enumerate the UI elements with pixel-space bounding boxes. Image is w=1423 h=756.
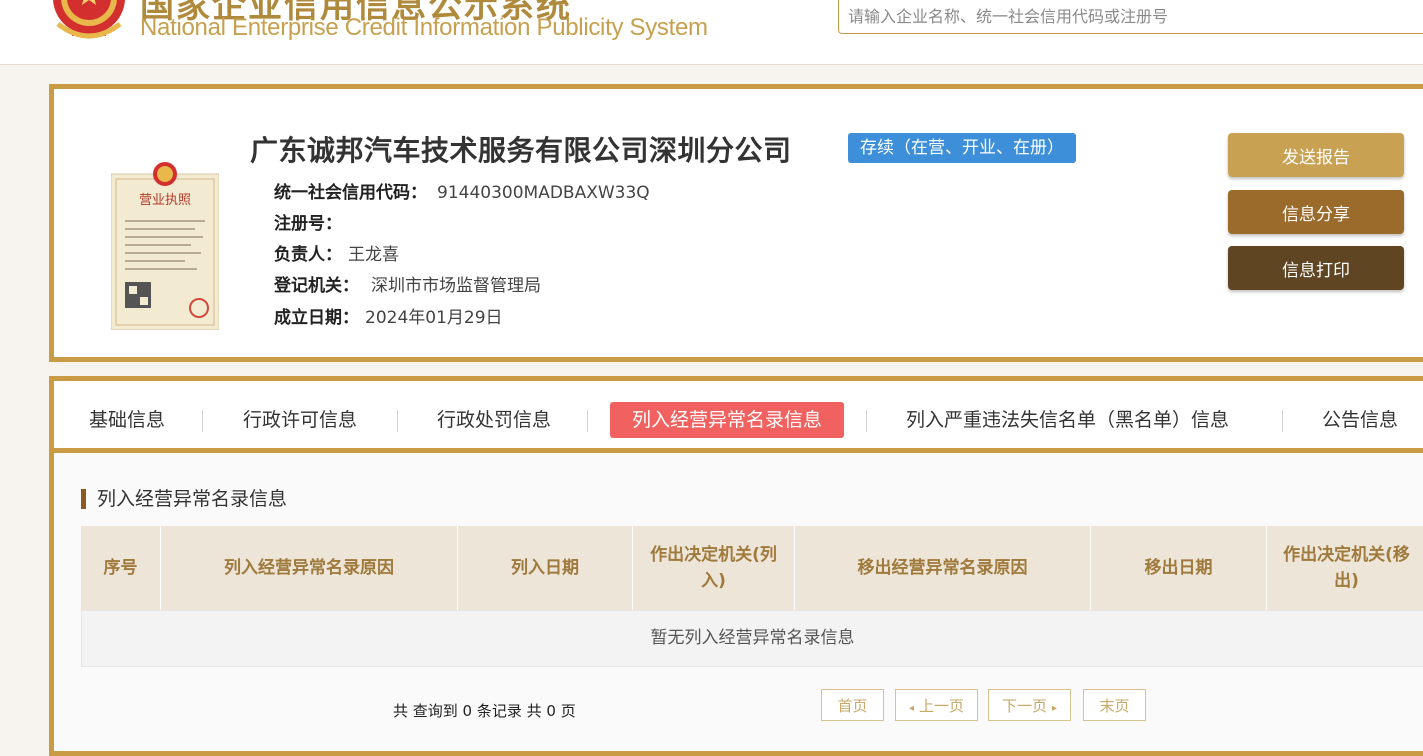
info-value: 王龙喜 <box>348 245 399 265</box>
caret-right-icon: ▸ <box>1051 702 1058 714</box>
first-page-button[interactable]: 首页 <box>821 689 884 721</box>
license-title: 营业执照 <box>139 193 191 208</box>
tab-abnormal-list[interactable]: 列入经营异常名录信息 <box>610 402 845 438</box>
column-header: 移出日期 <box>1091 526 1267 610</box>
search-box <box>838 0 1423 35</box>
info-row-established: 成立日期： 2024年01月29日 <box>274 303 503 328</box>
prev-page-button[interactable]: ◂ 上一页 <box>895 689 978 721</box>
search-input[interactable] <box>839 0 1410 35</box>
info-value: 91440300MADBAXW33Q <box>437 183 650 203</box>
send-report-button[interactable]: 发送报告 <box>1228 133 1404 177</box>
info-value: 深圳市市场监督管理局 <box>371 276 541 296</box>
info-row-credit-code: 统一社会信用代码： 91440300MADBAXW33Q <box>274 178 650 203</box>
status-badge: 存续（在营、开业、在册） <box>848 133 1076 163</box>
print-button[interactable]: 信息打印 <box>1228 246 1404 290</box>
detail-card: 基础信息 行政许可信息 行政处罚信息 列入经营异常名录信息 列入严重违法失信名单… <box>49 376 1423 756</box>
info-row-reg-number: 注册号： <box>274 209 342 234</box>
tab-divider <box>587 410 588 432</box>
tab-basic-info[interactable]: 基础信息 <box>89 402 165 438</box>
section-title: 列入经营异常名录信息 <box>81 489 287 509</box>
tab-blacklist[interactable]: 列入严重违法失信名单（黑名单）信息 <box>906 402 1229 438</box>
column-header: 移出经营异常名录原因 <box>795 526 1091 610</box>
tab-announcements[interactable]: 公告信息 <box>1322 402 1398 438</box>
info-value: 2024年01月29日 <box>365 308 503 328</box>
last-page-button[interactable]: 末页 <box>1083 689 1146 721</box>
info-label: 登记机关： <box>274 276 359 296</box>
tab-divider <box>397 410 398 432</box>
share-button[interactable]: 信息分享 <box>1228 190 1404 234</box>
site-subtitle: National Enterprise Credit Information P… <box>140 14 708 41</box>
info-label: 注册号： <box>274 214 342 234</box>
tab-divider <box>866 410 867 432</box>
national-emblem-icon <box>53 0 125 39</box>
column-header: 列入经营异常名录原因 <box>161 526 458 610</box>
table-header: 序号 列入经营异常名录原因 列入日期 作出决定机关(列入) 移出经营异常名录原因… <box>81 526 1423 610</box>
next-page-label: 下一页 <box>1001 696 1047 715</box>
pagination-summary: 共 查询到 0 条记录 共 0 页 <box>393 702 576 720</box>
prev-page-label: 上一页 <box>919 696 965 715</box>
next-page-button[interactable]: 下一页 ▸ <box>988 689 1071 721</box>
company-card: 营业执照 广东诚邦汽车技术服务有限公司深圳分公司 存续（在营、开业、在册） 统一… <box>49 84 1423 362</box>
tab-divider <box>202 410 203 432</box>
info-row-authority: 登记机关： 深圳市市场监督管理局 <box>274 271 541 296</box>
column-header: 序号 <box>81 526 161 610</box>
info-label: 成立日期： <box>274 308 359 328</box>
tab-divider <box>1282 410 1283 432</box>
site-header: 国家企业信用信息公示系统 National Enterprise Credit … <box>0 0 1423 65</box>
tab-admin-license[interactable]: 行政许可信息 <box>243 402 357 438</box>
column-header: 作出决定机关(列入) <box>633 526 795 610</box>
table-empty-row: 暂无列入经营异常名录信息 <box>81 610 1423 667</box>
info-label: 负责人： <box>274 245 342 265</box>
caret-left-icon: ◂ <box>908 702 914 714</box>
column-header: 列入日期 <box>458 526 633 610</box>
info-row-principal: 负责人： 王龙喜 <box>274 240 399 265</box>
tab-admin-penalty[interactable]: 行政处罚信息 <box>437 402 551 438</box>
tab-bar: 基础信息 行政许可信息 行政处罚信息 列入经营异常名录信息 列入严重违法失信名单… <box>54 381 1423 453</box>
business-license-icon: 营业执照 <box>111 162 219 330</box>
info-label: 统一社会信用代码： <box>274 183 427 203</box>
company-name: 广东诚邦汽车技术服务有限公司深圳分公司 <box>250 134 792 167</box>
column-header: 作出决定机关(移出) <box>1283 545 1410 591</box>
